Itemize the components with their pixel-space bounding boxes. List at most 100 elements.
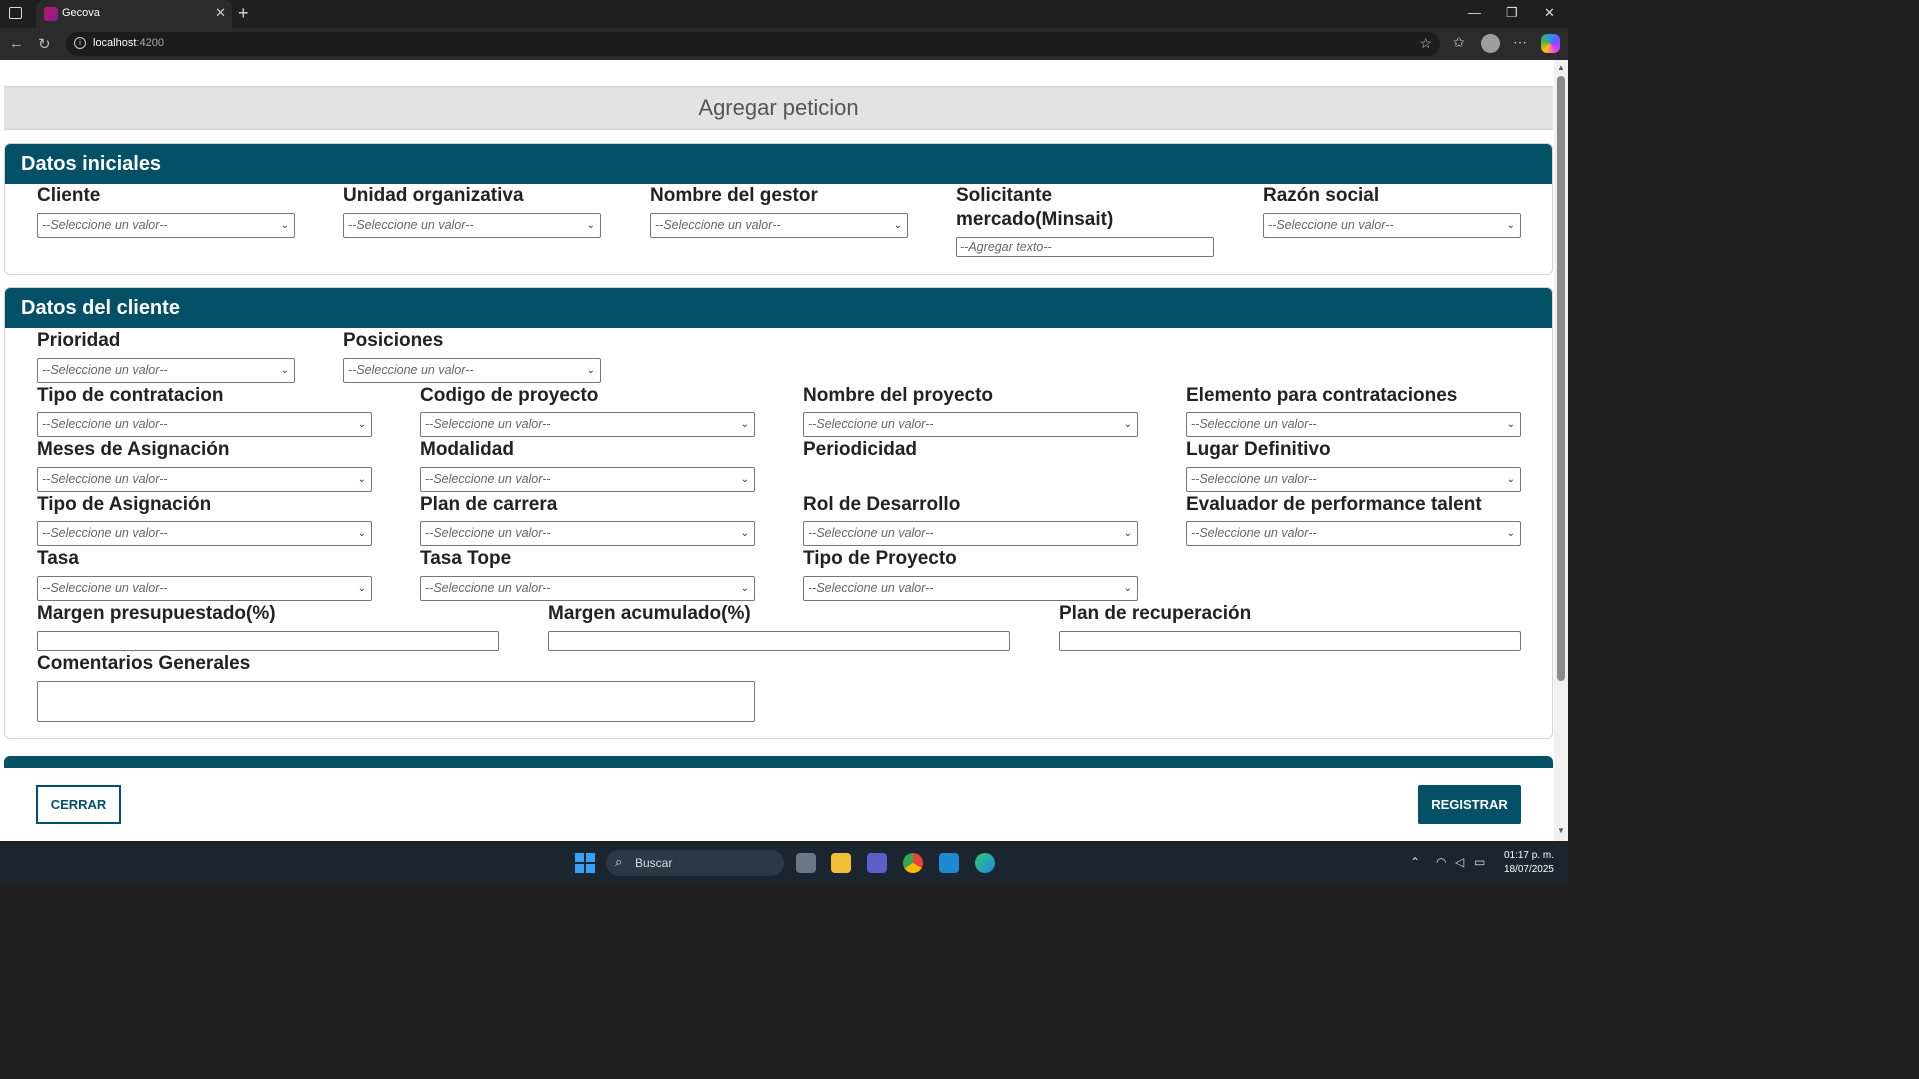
windows-start-icon[interactable] [575, 853, 595, 873]
cliente-select[interactable]: --Seleccione un valor-- ⌄ [37, 213, 295, 238]
favorites-icon[interactable]: ✩ [1453, 34, 1465, 51]
field-modalidad: Modalidad [420, 439, 514, 460]
teams-icon[interactable] [867, 853, 887, 873]
margen-presupuestado-input[interactable] [37, 631, 499, 651]
file-explorer-icon[interactable] [831, 853, 851, 873]
section-title: Datos iniciales [5, 144, 1552, 184]
site-info-icon[interactable]: i [74, 37, 86, 49]
section-datos-iniciales: Datos iniciales Cliente --Seleccione un … [4, 143, 1553, 275]
chevron-down-icon: ⌄ [740, 474, 749, 485]
reload-icon[interactable]: ↻ [38, 35, 51, 53]
new-tab-icon[interactable]: + [238, 3, 249, 24]
field-label: mercado(Minsait) [956, 209, 1114, 230]
favorite-star-icon[interactable]: ☆ [1419, 35, 1432, 52]
margen-acumulado-input[interactable] [548, 631, 1010, 651]
back-icon[interactable]: ← [9, 35, 24, 52]
tasa-tope-select[interactable]: --Seleccione un valor-- ⌄ [420, 576, 755, 601]
codigo-proyecto-select[interactable]: --Seleccione un valor-- ⌄ [420, 412, 755, 437]
url-text: localhost:4200 [93, 37, 164, 49]
chevron-down-icon: ⌄ [1123, 528, 1132, 539]
taskbar-search[interactable]: ⌕ Buscar [606, 850, 784, 876]
plan-carrera-select[interactable]: --Seleccione un valor-- ⌄ [420, 521, 755, 546]
tipo-proyecto-select[interactable]: --Seleccione un valor-- ⌄ [803, 576, 1138, 601]
volume-icon[interactable]: ◁ [1455, 855, 1464, 869]
prioridad-select[interactable]: --Seleccione un valor-- ⌄ [37, 358, 295, 383]
field-elemento-contrataciones: Elemento para contrataciones [1186, 385, 1458, 406]
angular-favicon-icon [44, 7, 58, 21]
vscode-icon[interactable] [939, 853, 959, 873]
lugar-definitivo-select[interactable]: --Seleccione un valor-- ⌄ [1186, 467, 1521, 492]
plan-recuperacion-input[interactable] [1059, 631, 1521, 651]
registrar-button[interactable]: REGISTRAR [1418, 785, 1521, 824]
tab-title: Gecova [62, 7, 100, 19]
field-label: Unidad organizativa [343, 185, 524, 206]
unidad-organizativa-select[interactable]: --Seleccione un valor-- ⌄ [343, 213, 601, 238]
more-menu-icon[interactable]: ⋯ [1513, 34, 1527, 51]
razon-social-select[interactable]: --Seleccione un valor-- ⌄ [1263, 213, 1521, 238]
edge-icon[interactable] [975, 853, 995, 873]
search-icon: ⌕ [615, 854, 623, 869]
nombre-proyecto-select[interactable]: --Seleccione un valor-- ⌄ [803, 412, 1138, 437]
task-view-icon[interactable] [796, 853, 816, 873]
tipo-asignacion-select[interactable]: --Seleccione un valor-- ⌄ [37, 521, 372, 546]
field-posiciones: Posiciones [343, 330, 444, 351]
chevron-down-icon: ⌄ [357, 419, 366, 430]
tab-actions-icon[interactable] [9, 7, 22, 19]
field-rol-desarrollo: Rol de Desarrollo [803, 494, 961, 515]
form-footer: CERRAR REGISTRAR [4, 768, 1553, 841]
copilot-icon[interactable] [1541, 34, 1560, 53]
rol-desarrollo-select[interactable]: --Seleccione un valor-- ⌄ [803, 521, 1138, 546]
field-periodicidad: Periodicidad [803, 439, 918, 460]
chevron-down-icon: ⌄ [357, 528, 366, 539]
battery-icon[interactable]: ▭ [1474, 855, 1485, 869]
chevron-down-icon: ⌄ [280, 220, 289, 231]
chevron-down-icon: ⌄ [740, 583, 749, 594]
page-viewport: Agregar peticion Datos iniciales Cliente… [0, 60, 1568, 841]
minimize-icon[interactable]: — [1468, 5, 1481, 20]
comentarios-textarea[interactable] [37, 681, 755, 722]
field-nombre-gestor: Nombre del gestor [650, 184, 818, 208]
chevron-down-icon: ⌄ [1506, 220, 1515, 231]
field-label: Solicitante [956, 185, 1053, 206]
evaluador-select[interactable]: --Seleccione un valor-- ⌄ [1186, 521, 1521, 546]
wifi-icon[interactable]: ◠ [1436, 855, 1446, 869]
profile-avatar[interactable] [1481, 34, 1500, 53]
solicitante-input[interactable]: --Agregar texto-- [956, 237, 1214, 257]
taskbar-clock[interactable]: 01:17 p. m. 18/07/2025 [1496, 849, 1554, 877]
meses-asignacion-select[interactable]: --Seleccione un valor-- ⌄ [37, 467, 372, 492]
cerrar-button[interactable]: CERRAR [36, 785, 121, 824]
chevron-down-icon: ⌄ [280, 365, 289, 376]
tipo-contratacion-select[interactable]: --Seleccione un valor-- ⌄ [37, 412, 372, 437]
field-solicitante: Solicitante mercado(Minsait) [956, 184, 1113, 232]
chevron-down-icon: ⌄ [1123, 583, 1132, 594]
scroll-up-icon[interactable]: ▲ [1557, 63, 1565, 72]
field-meses-asignacion: Meses de Asignación [37, 439, 230, 460]
elemento-contrataciones-select[interactable]: --Seleccione un valor-- ⌄ [1186, 412, 1521, 437]
scroll-down-icon[interactable]: ▼ [1557, 826, 1565, 835]
field-label: Nombre del gestor [650, 185, 818, 206]
restore-icon[interactable]: ❐ [1506, 5, 1518, 21]
section-title: Datos del cliente [5, 288, 1552, 328]
field-tasa: Tasa [37, 548, 79, 569]
nombre-gestor-select[interactable]: --Seleccione un valor-- ⌄ [650, 213, 908, 238]
field-comentarios: Comentarios Generales [37, 653, 251, 674]
field-plan-recuperacion: Plan de recuperación [1059, 603, 1252, 624]
browser-tab[interactable]: Gecova ✕ [36, 0, 232, 28]
close-tab-icon[interactable]: ✕ [215, 5, 226, 21]
field-codigo-proyecto: Codigo de proyecto [420, 385, 599, 406]
chrome-icon[interactable] [903, 853, 923, 873]
posiciones-select[interactable]: --Seleccione un valor-- ⌄ [343, 358, 601, 383]
page-scrollbar[interactable]: ▲ ▼ [1554, 60, 1568, 841]
modalidad-select[interactable]: --Seleccione un valor-- ⌄ [420, 467, 755, 492]
tasa-select[interactable]: --Seleccione un valor-- ⌄ [37, 576, 372, 601]
field-nombre-proyecto: Nombre del proyecto [803, 385, 994, 406]
field-tipo-proyecto: Tipo de Proyecto [803, 548, 957, 569]
scrollbar-thumb[interactable] [1557, 76, 1565, 681]
field-margen-presupuestado: Margen presupuestado(%) [37, 603, 276, 624]
close-window-icon[interactable]: ✕ [1544, 5, 1555, 21]
field-margen-acumulado: Margen acumulado(%) [548, 603, 751, 624]
tray-overflow-icon[interactable]: ⌃ [1410, 855, 1420, 869]
field-evaluador: Evaluador de performance talent [1186, 494, 1482, 515]
chevron-down-icon: ⌄ [740, 528, 749, 539]
address-bar[interactable]: i localhost:4200 ☆ [66, 32, 1440, 56]
